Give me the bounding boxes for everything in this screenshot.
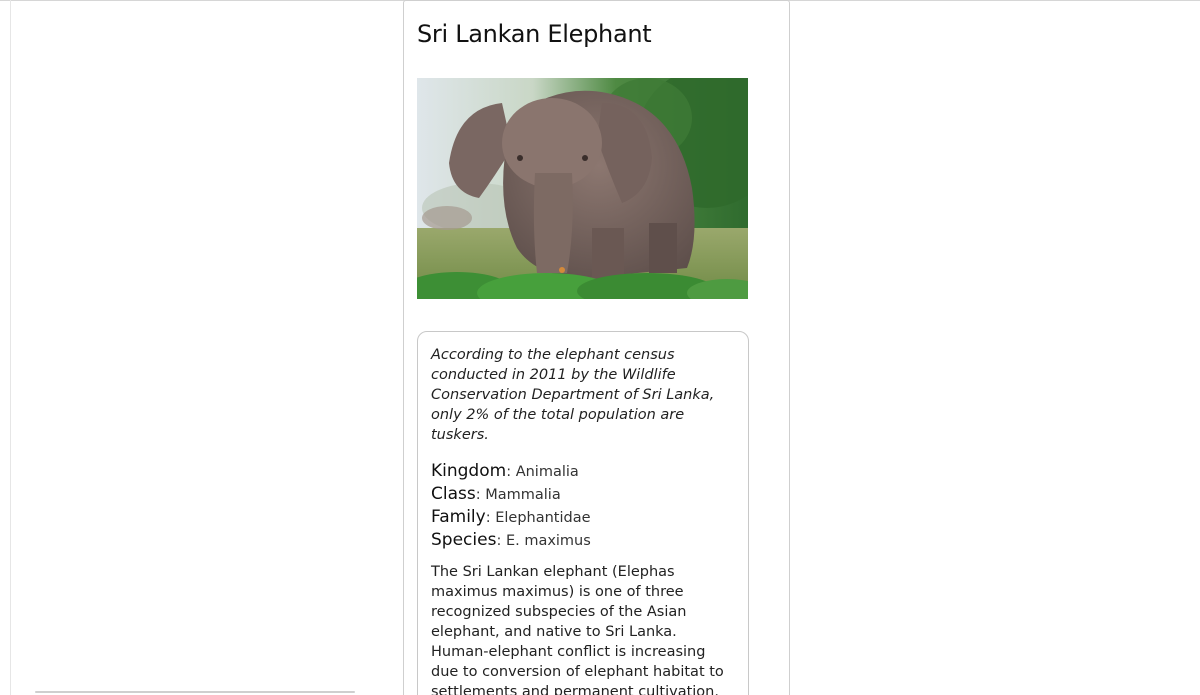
- taxonomy-separator: :: [485, 510, 496, 526]
- page: Sri Lankan Elephant According to the ele…: [0, 0, 1200, 695]
- left-edge: [10, 0, 11, 695]
- taxonomy-key: Class: [431, 484, 476, 504]
- census-quote: According to the elephant census conduct…: [431, 347, 715, 443]
- taxonomy-key: Species: [431, 530, 497, 550]
- taxonomy-family: Family: Elephantidae: [431, 505, 735, 528]
- elephant-card: Sri Lankan Elephant According to the ele…: [403, 0, 790, 695]
- taxonomy-separator: :: [475, 487, 486, 503]
- taxonomy-key: Kingdom: [431, 461, 507, 481]
- taxonomy-kingdom: Kingdom: Animalia: [431, 459, 735, 482]
- info-panel: According to the elephant census conduct…: [417, 331, 749, 695]
- taxonomy-list: Kingdom: Animalia Class: Mammalia Family…: [431, 459, 735, 551]
- taxonomy-class: Class: Mammalia: [431, 482, 735, 505]
- taxonomy-value: Mammalia: [485, 487, 561, 503]
- elephant-photo: [417, 78, 748, 299]
- taxonomy-key: Family: [431, 507, 486, 527]
- taxonomy-species: Species: E. maximus: [431, 528, 735, 551]
- taxonomy-value: E. maximus: [505, 533, 591, 549]
- scroll-shadow: [35, 691, 355, 693]
- taxonomy-separator: :: [496, 533, 506, 549]
- species-description: The Sri Lankan elephant (Elephas maximus…: [431, 564, 724, 695]
- taxonomy-value: Elephantidae: [495, 510, 591, 526]
- taxonomy-value: Animalia: [515, 464, 579, 480]
- page-title: Sri Lankan Elephant: [417, 20, 652, 48]
- taxonomy-separator: :: [506, 464, 516, 480]
